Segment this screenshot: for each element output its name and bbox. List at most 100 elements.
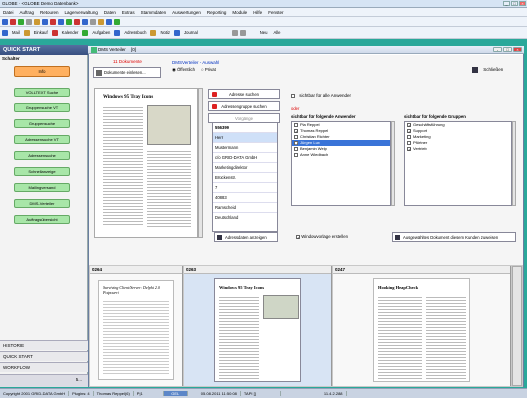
tb-adressbuch[interactable]: Adressbuch: [122, 30, 148, 35]
order-overview-button[interactable]: Auftragsübersicht: [14, 215, 70, 224]
chart-icon[interactable]: [98, 18, 104, 25]
address-line: Marketingdirektor: [213, 163, 277, 173]
mailing-button[interactable]: Mailingversand: [14, 183, 70, 192]
radio-public[interactable]: ◉ Öffentlich: [172, 67, 195, 73]
tb-alle[interactable]: Alle: [271, 30, 282, 35]
dms-verteiler-button[interactable]: DMS-Verteiler: [14, 199, 70, 208]
address-line: 7: [213, 183, 277, 193]
calc-icon[interactable]: [82, 18, 88, 25]
tab-quickstart[interactable]: QUICK START: [0, 351, 88, 361]
menu-retouren[interactable]: Retouren: [37, 10, 62, 15]
address-search-button[interactable]: Adressensuche: [14, 151, 70, 160]
tb-kalender[interactable]: Kalender: [60, 30, 81, 35]
preview-scrollbar[interactable]: [198, 88, 203, 238]
tab-historie[interactable]: HISTORIE: [0, 340, 88, 350]
tab-workflow[interactable]: WORKFLOW: [0, 362, 88, 372]
doc-count: 11 Dokumente: [113, 59, 142, 64]
thumbnail-selected[interactable]: 0263 Windows 95 Tray Icons: [184, 266, 332, 386]
tb-mail[interactable]: Mail: [10, 30, 22, 35]
minimize-icon[interactable]: _: [503, 1, 510, 6]
tb-aufgaben[interactable]: Aufgaben: [90, 30, 112, 35]
new-icon[interactable]: [2, 18, 8, 25]
print-icon[interactable]: [26, 18, 32, 25]
tb-einkauf[interactable]: Einkauf: [32, 30, 50, 35]
visible-all-checkbox[interactable]: sichtbar für alle Anwender: [291, 93, 351, 98]
thumbnail-id: 0263: [184, 266, 331, 274]
address-line: 556399: [213, 123, 277, 133]
user-item[interactable]: Anne Wiedbach: [292, 152, 390, 158]
cut-icon[interactable]: [34, 18, 40, 25]
menu-auftrag[interactable]: Auftrag: [17, 10, 38, 15]
radio-private[interactable]: ○ Privat: [201, 67, 216, 73]
mail-icon[interactable]: [90, 18, 96, 25]
menu-auswertungen[interactable]: Auswertungen: [169, 10, 204, 15]
phone-icon[interactable]: [106, 18, 112, 25]
menu-hilfe[interactable]: Hilfe: [250, 10, 265, 15]
close-icon[interactable]: ×: [519, 1, 526, 6]
preview-column-right: [147, 149, 191, 229]
show-address-label: Adressdaten anzeigen: [225, 235, 267, 240]
close-dialog-button[interactable]: Schließen: [472, 67, 503, 73]
volltext-search-button[interactable]: VOLLTEXT Suche: [14, 88, 70, 97]
tb-journal[interactable]: Journal: [182, 30, 200, 35]
thumbnail-image: [263, 295, 299, 319]
groups-scrollbar[interactable]: [512, 121, 516, 206]
document-preview: Windows 95 Tray Icons: [94, 88, 198, 238]
close-dialog-label: Schließen: [483, 67, 504, 73]
quickview-button[interactable]: Schnellanzeige: [14, 167, 70, 176]
menu-extras[interactable]: Extras: [119, 10, 138, 15]
thumbnail-page: Surviving Client/Server: Delphi 2.0 Potp…: [98, 280, 174, 380]
status-version: 11.4.2.288: [321, 391, 347, 396]
settings-icon[interactable]: [114, 18, 120, 25]
assign-document-button[interactable]: Ausgewähltes Dokument diesem Kunden zuwe…: [392, 232, 516, 242]
menu-lagerverwaltung[interactable]: Lagerverwaltung: [62, 10, 101, 15]
main-toolbar: [0, 17, 527, 27]
menu-daten[interactable]: Daten: [101, 10, 119, 15]
menu-stammdaten[interactable]: Stammdaten: [138, 10, 170, 15]
info-button[interactable]: Info: [14, 66, 70, 77]
tb-neu[interactable]: Neu: [258, 30, 270, 35]
tb-notiz[interactable]: Notiz: [158, 30, 172, 35]
window-icon[interactable]: [231, 29, 238, 36]
checkbox-icon: [407, 141, 411, 145]
group-item[interactable]: ✓ Vertrieb: [405, 146, 511, 152]
save-icon[interactable]: [18, 18, 24, 25]
users-list[interactable]: Pia Reppel ✓ Thomas Reppel Christian Rich…: [291, 121, 391, 206]
address-list[interactable]: 556399 Herr Mustermann c/o GRID-DATA Gmb…: [212, 122, 278, 232]
group-search-vt-button[interactable]: Gruppensuche VT: [14, 103, 70, 112]
open-icon[interactable]: [10, 18, 16, 25]
menu-fenster[interactable]: Fenster: [265, 10, 286, 15]
address-search-action[interactable]: Adresse suchen: [208, 89, 280, 99]
paste-icon[interactable]: [50, 18, 56, 25]
menubar: Datei Auftrag Retouren Lagerverwaltung D…: [0, 8, 527, 17]
thumbnail-scrollbar[interactable]: [512, 266, 522, 386]
visible-all-label: sichtbar für alle Anwender: [299, 93, 352, 98]
win-minimize-icon[interactable]: -: [493, 47, 502, 52]
thumbnail[interactable]: 0247 Hooking HeapCheck: [333, 266, 511, 386]
win-maximize-icon[interactable]: □: [503, 47, 512, 52]
show-address-button[interactable]: Adressdaten anzeigen: [214, 232, 278, 242]
read-documents-button[interactable]: Dokumente einlesen...: [93, 67, 161, 78]
quickstart-header: QUICK START: [0, 45, 88, 55]
sidebar-pager[interactable]: 5...: [0, 374, 88, 387]
group-search-button[interactable]: Gruppensuche: [14, 119, 70, 128]
menu-reporting[interactable]: Reporting: [204, 10, 230, 15]
checkbox-all-icon: [291, 93, 295, 98]
window2-icon[interactable]: [239, 29, 246, 36]
users-scrollbar[interactable]: [391, 121, 395, 206]
preview-window-checkbox[interactable]: ✓ Windowvorlage erstellen: [296, 234, 348, 239]
menu-module[interactable]: Module: [229, 10, 250, 15]
win-close-icon[interactable]: ×: [513, 47, 522, 52]
menu-datei[interactable]: Datei: [0, 10, 17, 15]
group-search-action[interactable]: Adressengruppe suchen: [208, 101, 280, 111]
address-line: Brückenstr.: [213, 173, 277, 183]
group-icon: [212, 104, 217, 109]
refresh-icon[interactable]: [66, 18, 72, 25]
groups-list[interactable]: ✓ Geschäftsführung ✓ Support Marketing Pfö…: [404, 121, 512, 206]
thumbnail[interactable]: 0264 Surviving Client/Server: Delphi 2.0…: [90, 266, 183, 386]
delete-icon[interactable]: [74, 18, 80, 25]
maximize-icon[interactable]: □: [511, 1, 518, 6]
search-icon[interactable]: [58, 18, 64, 25]
copy-icon[interactable]: [42, 18, 48, 25]
address-search-vt-button[interactable]: Adressensuche VT: [14, 135, 70, 144]
